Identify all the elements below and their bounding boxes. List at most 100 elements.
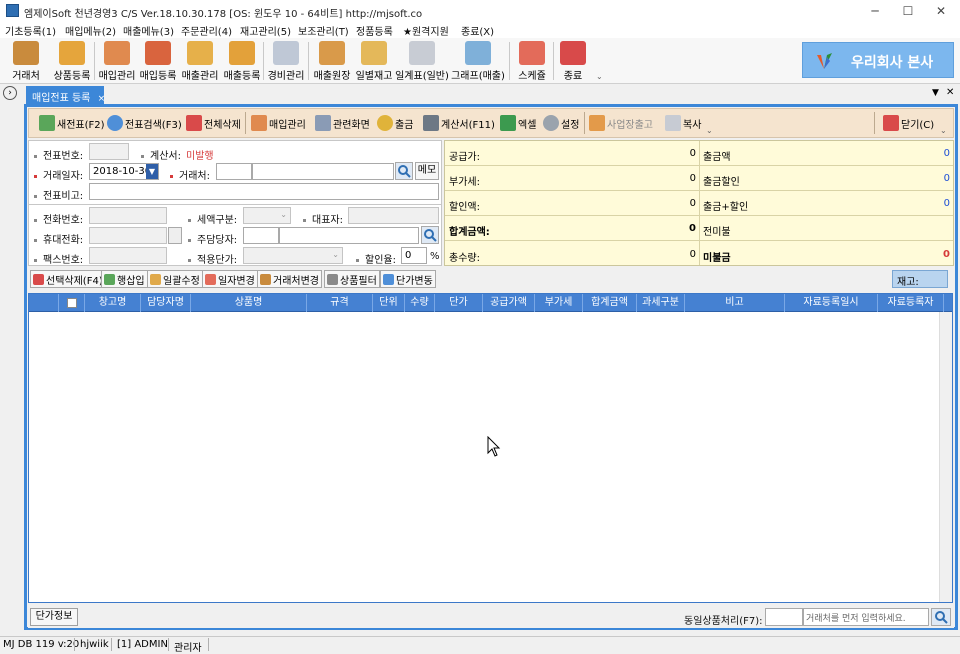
voucher-no-label: 전표번호:	[34, 147, 83, 162]
mobile-field[interactable]	[89, 227, 167, 244]
change-date-button[interactable]: 일자변경	[202, 270, 258, 288]
menu-aux[interactable]: 보조관리(T)	[298, 23, 349, 38]
toolbar-daily-stock-button[interactable]: 일별재고	[354, 40, 394, 82]
price-type-select[interactable]: ⌄	[243, 247, 343, 264]
manager-name-field[interactable]	[279, 227, 419, 244]
phone-field[interactable]	[89, 207, 167, 224]
toolbar-purchase-entry-button[interactable]: 매입등록	[138, 40, 178, 82]
new-icon	[39, 115, 55, 131]
sidebar-toggle-icon[interactable]: ›	[3, 86, 17, 100]
company-banner: 우리회사 본사	[802, 42, 954, 78]
withdraw-button[interactable]: 출금	[374, 110, 416, 136]
company-logo-icon	[817, 53, 832, 69]
tab-purchase-voucher[interactable]: 매입전표 등록 ×	[26, 86, 106, 104]
delete-all-button[interactable]: 전체삭제	[183, 110, 244, 136]
toolbar-purchase-manage-button[interactable]: 매입관리	[97, 40, 137, 82]
toolbar-overflow-icon[interactable]: ⌄	[596, 72, 603, 81]
phone-call-icon[interactable]	[168, 227, 182, 244]
toolbar-daily-report-button[interactable]: 일계표(일반)	[395, 40, 449, 82]
toolbar-sales-entry-button[interactable]: 매출등록	[222, 40, 262, 82]
tax-type-select[interactable]: ⌄	[243, 207, 291, 224]
phone-label: 전화번호:	[34, 211, 83, 226]
remark-field[interactable]	[89, 183, 439, 200]
copy-button[interactable]: 복사	[662, 110, 704, 136]
menu-orders[interactable]: 주문관리(4)	[181, 23, 232, 38]
excel-button[interactable]: 엑셀	[497, 110, 539, 136]
client-search-icon[interactable]	[395, 162, 413, 180]
status-db: MJ DB 119 v:20	[3, 639, 80, 650]
tax-type-label: 세액구분:	[188, 211, 237, 226]
purchase-manage-button[interactable]: 매입관리	[248, 110, 309, 136]
ceo-label: 대표자:	[303, 211, 343, 226]
related-screen-button[interactable]: 관련화면	[312, 110, 373, 136]
menu-inventory[interactable]: 재고관리(5)	[240, 23, 291, 38]
unpaid-value: 0	[943, 249, 950, 260]
toolbar-exit-button[interactable]: 종료	[555, 40, 591, 82]
bulk-edit-button[interactable]: 일괄수정	[147, 270, 203, 288]
price-change-button[interactable]: 단가변동	[380, 270, 436, 288]
toolbar-client-button[interactable]: 거래처	[6, 40, 46, 82]
insert-row-button[interactable]: 행삽입	[101, 270, 148, 288]
menu-remote[interactable]: ★원격지원	[403, 23, 449, 38]
toolbar-expense-button[interactable]: 경비관리	[265, 40, 307, 82]
toolbar-sales-manage-button[interactable]: 매출관리	[180, 40, 220, 82]
person-icon	[260, 273, 271, 285]
previous-unpaid-label: 전미불	[703, 227, 731, 238]
date-dropdown-icon[interactable]: ▼	[146, 164, 158, 179]
price-icon	[383, 273, 394, 285]
voucher-no-field[interactable]	[89, 143, 129, 160]
menu-purchase[interactable]: 매입메뉴(2)	[65, 23, 116, 38]
branch-out-button[interactable]: 사업장출고	[586, 110, 656, 136]
memo-button[interactable]: 메모	[415, 162, 439, 180]
close-button[interactable]: 닫기(C)	[880, 110, 937, 136]
same-item-label: 동일상품처리(F7):	[684, 616, 763, 627]
invoice-label: 계산서:	[141, 147, 181, 162]
new-voucher-button[interactable]: 새전표(F2)	[36, 110, 108, 136]
fax-field[interactable]	[89, 247, 167, 264]
menu-exit[interactable]: 종료(X)	[461, 23, 494, 38]
summary-row	[445, 141, 953, 166]
price-info-button[interactable]: 단가정보	[30, 608, 78, 626]
toolbar-graph-button[interactable]: 그래프(매출)	[451, 40, 505, 82]
tax-invoice-button[interactable]: 계산서(F11)	[420, 110, 498, 136]
tab-close-icon[interactable]: ×	[98, 94, 106, 104]
menu-license[interactable]: 정품등록	[356, 23, 393, 38]
toolbar-sales-ledger-button[interactable]: 매출원장	[311, 40, 353, 82]
manager-code-field[interactable]	[243, 227, 279, 244]
voucher-search-button[interactable]: 전표검색(F3)	[104, 110, 185, 136]
ceo-field[interactable]	[348, 207, 439, 224]
menu-basic[interactable]: 기초등록(1)	[5, 23, 56, 38]
toolbar-product-button[interactable]: 상품등록	[50, 40, 94, 82]
toolbar-schedule-button[interactable]: 스케쥴	[512, 40, 552, 82]
product-search-field[interactable]: 거래처를 먼저 입력하세요.	[803, 608, 929, 626]
toolbar-separator	[874, 112, 875, 134]
minimize-icon[interactable]: ─	[860, 0, 890, 22]
menu-sales[interactable]: 매출메뉴(3)	[123, 23, 174, 38]
gear-icon	[543, 115, 559, 131]
settings-button[interactable]: 설정	[540, 110, 582, 136]
toolbar-overflow-icon[interactable]: ⌄	[706, 126, 713, 135]
sales-add-icon	[229, 41, 255, 65]
toolbar-overflow-icon[interactable]: ⌄	[940, 126, 947, 135]
close-icon[interactable]: ✕	[926, 0, 956, 22]
maximize-icon[interactable]: ☐	[893, 0, 923, 22]
change-client-button[interactable]: 거래처변경	[257, 270, 322, 288]
product-filter-button[interactable]: 상품필터	[324, 270, 380, 288]
product-search-icon[interactable]	[931, 608, 951, 626]
exit-door-icon	[883, 115, 899, 131]
status-separator	[208, 638, 209, 651]
trade-date-label: 거래일자:	[34, 167, 83, 182]
percent-sign: %	[430, 251, 440, 262]
delete-selected-button[interactable]: 선택삭제(F4)	[30, 270, 106, 288]
status-separator	[111, 638, 112, 651]
tab-dropdown-icon[interactable]: ▼	[932, 88, 939, 98]
manager-search-icon[interactable]	[421, 226, 439, 244]
vat-label: 부가세:	[449, 177, 480, 188]
client-name-field[interactable]	[252, 163, 394, 180]
discount-field[interactable]: 0	[401, 247, 427, 264]
tab-close-all-icon[interactable]: ✕	[946, 87, 954, 98]
client-code-field[interactable]	[216, 163, 252, 180]
purchase-icon	[251, 115, 267, 131]
supply-amount-label: 공급가:	[449, 152, 480, 163]
same-item-field[interactable]	[765, 608, 803, 626]
